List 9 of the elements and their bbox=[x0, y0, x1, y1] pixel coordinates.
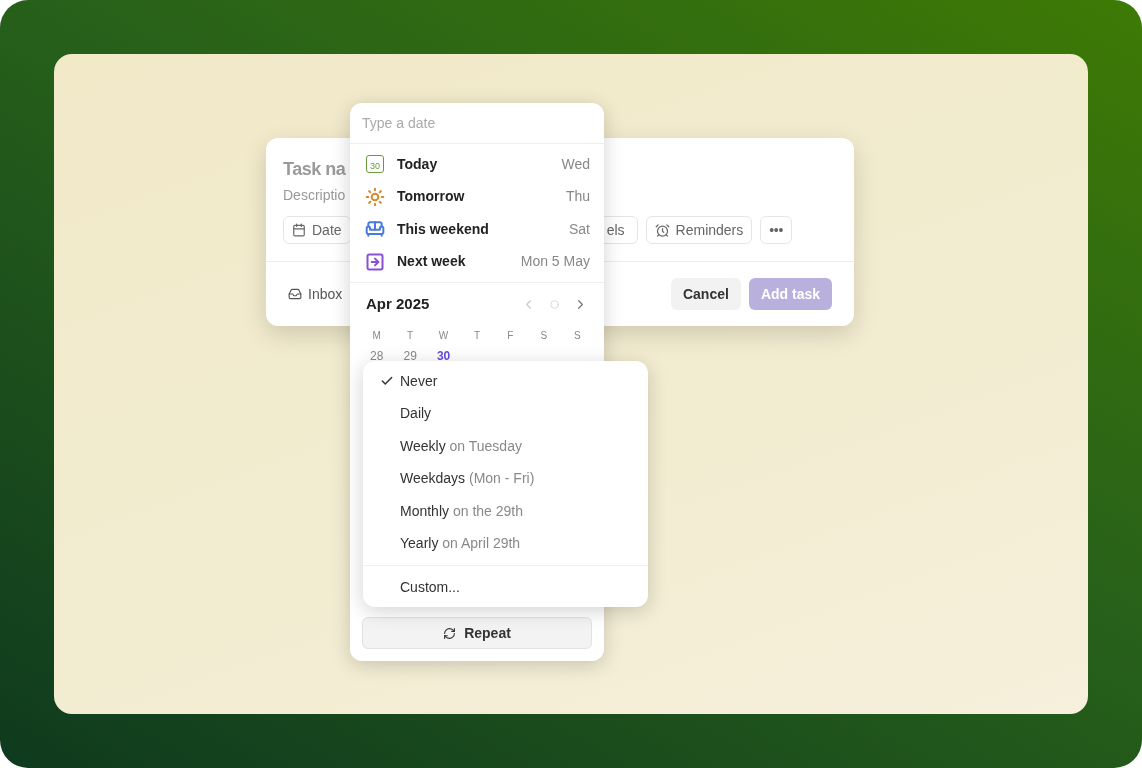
calendar-icon: 30 bbox=[366, 155, 384, 174]
month-title: Apr 2025 bbox=[366, 294, 430, 314]
weekday-label: W bbox=[437, 328, 450, 343]
weekday-label: T bbox=[472, 328, 482, 343]
weekday-label: M bbox=[371, 328, 382, 343]
weekday-label: S bbox=[539, 328, 549, 343]
weekday-label: T bbox=[406, 328, 415, 343]
weekday-label: F bbox=[506, 328, 515, 343]
weekday-label: S bbox=[572, 328, 582, 343]
